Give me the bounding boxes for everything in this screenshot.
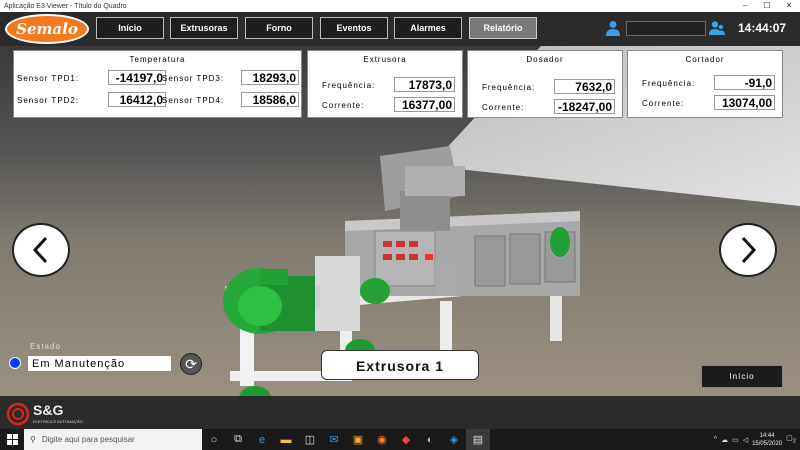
brand-logo: Semalo [5, 14, 89, 44]
sensor-tpd2-value: 16412,0 [108, 92, 166, 107]
minimize-button[interactable]: – [734, 0, 756, 12]
task-view-icon[interactable]: ⧉ [226, 429, 250, 450]
extrusora-panel: Extrusora Frequência: 17873,0 Corrente: … [307, 50, 463, 118]
tray-time: 14:44 [759, 432, 775, 439]
sg-subtitle: ELETRICA E AUTOMAÇÃO [33, 419, 83, 424]
sg-brand-text: S&G [33, 402, 64, 418]
app-icon-4[interactable]: ◈ [442, 429, 466, 450]
windows-logo-icon [6, 434, 18, 445]
nav-relatorio-button[interactable]: Relatório [469, 17, 537, 39]
tray-chevron-up-icon[interactable]: ^ [714, 436, 717, 443]
previous-machine-button[interactable] [12, 223, 70, 277]
extrusora-frequencia-label: Frequência: [322, 81, 376, 90]
machine-name-label: Extrusora 1 [321, 350, 479, 380]
sensor-tpd2-label: Sensor TPD2: [17, 96, 80, 105]
sensor-tpd4-value: 18586,0 [241, 92, 299, 107]
notification-center-icon[interactable]: ▢2 [786, 434, 796, 444]
app-icon-2[interactable]: ◆ [394, 429, 418, 450]
inicio-button[interactable]: Início [701, 365, 783, 388]
nav-alarmes-button[interactable]: Alarmes [394, 17, 462, 39]
cortador-title: Cortador [685, 55, 725, 64]
dosador-corrente-value: -18247,00 [554, 99, 615, 114]
tray-volume-icon[interactable]: ◁ [743, 436, 748, 444]
sensor-tpd1-value: -14197,0 [108, 70, 166, 85]
nav-inicio-button[interactable]: Início [96, 17, 164, 39]
nav-forno-button[interactable]: Forno [245, 17, 313, 39]
user-login-icon[interactable] [606, 20, 620, 36]
next-machine-button[interactable] [719, 223, 777, 277]
tray-date: 15/05/2020 [752, 440, 783, 447]
temperatura-panel: Temperatura Sensor TPD1: -14197,0 Sensor… [13, 50, 302, 118]
extrusora-title: Extrusora [363, 55, 407, 64]
nav-extrusoras-button[interactable]: Extrusoras [170, 17, 238, 39]
footer-bar: S&G ELETRICA E AUTOMAÇÃO [0, 396, 800, 429]
cortador-frequencia-label: Frequência: [642, 79, 696, 88]
sg-logo: S&G ELETRICA E AUTOMAÇÃO [6, 402, 96, 426]
tray-clock[interactable]: 14:44 15/05/2020 [752, 432, 782, 448]
dosador-panel: Dosador Frequência: 7632,0 Corrente: -18… [467, 50, 623, 118]
window-title: Aplicação E3 Viewer - Título do Quadro [4, 2, 127, 10]
taskbar-search-placeholder: Digite aqui para pesquisar [41, 435, 135, 444]
start-button[interactable] [0, 429, 24, 450]
estado-label: Estado [30, 342, 61, 351]
cortador-corrente-label: Corrente: [642, 99, 685, 108]
system-tray: ^ ☁ ▭ ◁ 14:44 15/05/2020 ▢2 [714, 429, 796, 450]
search-icon: ⚲ [30, 435, 36, 444]
sensor-tpd1-label: Sensor TPD1: [17, 74, 80, 83]
estado-value-field: Em Manutenção [27, 355, 172, 372]
chevron-right-icon [741, 236, 757, 264]
current-user-field [626, 21, 706, 36]
extrusora-frequencia-value: 17873,0 [394, 77, 455, 92]
cortador-frequencia-value: -91,0 [714, 75, 775, 90]
store-icon[interactable]: ◫ [298, 429, 322, 450]
cortador-corrente-value: 13074,00 [714, 95, 775, 110]
app-icon-1[interactable]: ▣ [346, 429, 370, 450]
tray-cloud-icon[interactable]: ☁ [721, 436, 728, 444]
sensor-tpd4-label: Sensor TPD4: [162, 96, 225, 105]
extrusora-corrente-label: Corrente: [322, 101, 365, 110]
dosador-frequencia-value: 7632,0 [554, 79, 615, 94]
firefox-icon[interactable]: ◉ [370, 429, 394, 450]
nav-eventos-button[interactable]: Eventos [320, 17, 388, 39]
chevron-left-icon [32, 236, 48, 264]
edge-icon[interactable]: e [250, 429, 274, 450]
close-button[interactable]: ✕ [778, 0, 800, 12]
tray-network-icon[interactable]: ▭ [732, 436, 739, 444]
dosador-corrente-label: Corrente: [482, 103, 525, 112]
sensor-tpd3-label: Sensor TPD3: [162, 74, 225, 83]
sensor-tpd3-value: 18293,0 [241, 70, 299, 85]
refresh-estado-button[interactable]: ⟳ [180, 353, 202, 375]
window-titlebar: Aplicação E3 Viewer - Título do Quadro –… [0, 0, 800, 12]
dosador-title: Dosador [526, 55, 564, 64]
extrusora-corrente-value: 16377,00 [394, 97, 455, 112]
user-management-icon[interactable] [709, 20, 725, 36]
dosador-frequencia-label: Frequência: [482, 83, 536, 92]
top-navigation-bar: Semalo Início Extrusoras Forno Eventos A… [0, 12, 800, 46]
taskbar-search-box[interactable]: ⚲ Digite aqui para pesquisar [24, 429, 202, 450]
app-icon-3[interactable]: ◐ [418, 429, 442, 450]
cortador-panel: Cortador Frequência: -91,0 Corrente: 130… [627, 50, 783, 118]
maximize-button[interactable]: ☐ [756, 0, 778, 12]
temperatura-title: Temperatura [129, 55, 186, 64]
cortana-icon[interactable]: ○ [202, 429, 226, 450]
clock-display: 14:44:07 [738, 21, 787, 35]
windows-taskbar: ⚲ Digite aqui para pesquisar ○ ⧉ e ▬ ◫ ✉… [0, 429, 800, 450]
mail-icon[interactable]: ✉ [322, 429, 346, 450]
sg-emblem-icon [6, 402, 30, 426]
refresh-icon: ⟳ [185, 356, 197, 372]
notification-count: 2 [792, 438, 796, 445]
estado-status-indicator [9, 357, 21, 369]
e3-viewer-taskbar-icon[interactable]: ▤ [466, 429, 490, 450]
file-explorer-icon[interactable]: ▬ [274, 429, 298, 450]
